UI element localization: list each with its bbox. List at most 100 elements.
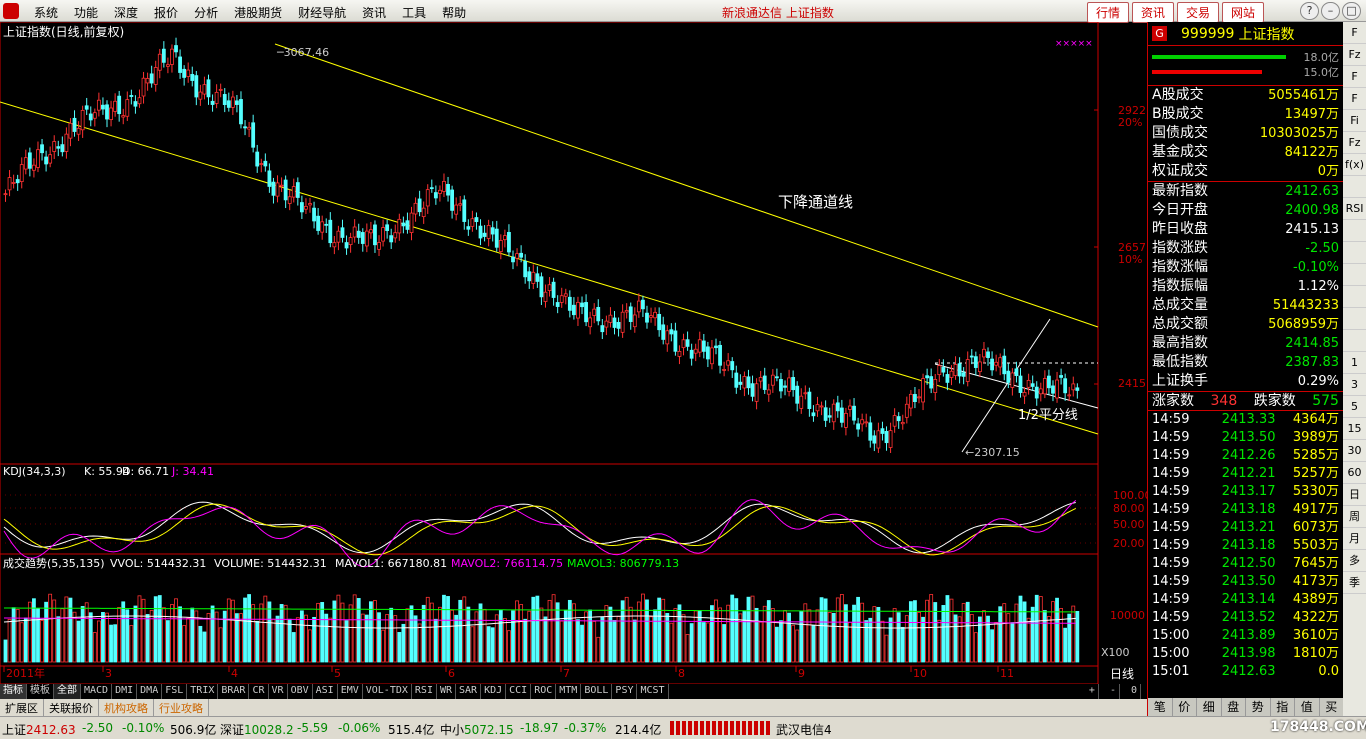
tool-button-24[interactable]: 多 [1343,550,1366,572]
volume-bar [109,624,113,663]
panel-tab-1[interactable]: 价 [1173,698,1197,716]
tool-button-20[interactable]: 60 [1343,462,1366,484]
tool-button-17[interactable]: 5 [1343,396,1366,418]
indicator-tab-roc[interactable]: ROC [531,684,557,699]
maximize-icon[interactable]: □ [1342,2,1361,20]
panel-tab-4[interactable]: 势 [1246,698,1271,716]
top-button-1[interactable]: 资讯 [1132,2,1175,23]
help-icon[interactable]: ? [1300,2,1319,20]
tool-button-6[interactable]: f(x) [1343,154,1366,176]
top-button-2[interactable]: 交易 [1177,2,1220,23]
tool-button-0[interactable]: F [1343,22,1366,44]
right-toolbar: F Fz F F Fi Fz f(x) RSI 1 3 5 15 30 60 日周月多季 [1343,22,1366,716]
menu-item-3[interactable]: 报价 [146,4,186,21]
indicator-tab-模板[interactable]: 模板 [27,684,54,699]
indicator-tab-asi[interactable]: ASI [313,684,338,699]
tool-button-14[interactable] [1343,330,1366,352]
indicator-tab-mtm[interactable]: MTM [556,684,582,699]
volume-bar [543,616,548,663]
kline-chart[interactable]: 上证指数(日线,前复权)×××××292220%265710%2415下降通道线… [0,22,1147,684]
indicator-tab-cr[interactable]: CR [249,684,269,699]
tool-button-15[interactable]: 1 [1343,352,1366,374]
indicator-tab-mcst[interactable]: MCST [637,684,669,699]
volume-bar [831,612,836,663]
indicator-tab-rsi[interactable]: RSI [412,684,437,699]
tool-button-19[interactable]: 30 [1343,440,1366,462]
indicator-tab-cci[interactable]: CCI [506,684,532,699]
tool-button-11[interactable] [1343,264,1366,286]
tool-button-23[interactable]: 月 [1343,528,1366,550]
tool-button-16[interactable]: 3 [1343,374,1366,396]
indicator-tab-brar[interactable]: BRAR [218,684,250,699]
ext-tab-1[interactable]: 关联报价 [44,699,99,716]
ext-tab-2[interactable]: 机构攻略 [99,699,154,716]
tool-button-18[interactable]: 15 [1343,418,1366,440]
menu-item-1[interactable]: 功能 [66,4,106,21]
zoom-button-1[interactable]: - [1107,684,1120,699]
indicator-tab-全部[interactable]: 全部 [54,684,81,699]
indicator-tab-emv[interactable]: EMV [338,684,363,699]
candle-body [425,189,430,207]
indicator-tab-psy[interactable]: PSY [612,684,638,699]
indicator-tab-trix[interactable]: TRIX [187,684,219,699]
tool-button-9[interactable] [1343,220,1366,242]
menu-item-0[interactable]: 系统 [26,4,66,21]
panel-tab-3[interactable]: 盘 [1222,698,1246,716]
tool-button-13[interactable] [1343,308,1366,330]
tool-button-4[interactable]: Fi [1343,110,1366,132]
menu-item-9[interactable]: 帮助 [434,4,474,21]
zoom-button-2[interactable]: 0 [1128,684,1141,699]
zoom-button-0[interactable]: + [1086,684,1099,699]
panel-tab-7[interactable]: 买 [1320,698,1344,716]
tool-button-1[interactable]: Fz [1343,44,1366,66]
panel-tab-0[interactable]: 笔 [1148,698,1173,716]
volume-bar [92,632,97,663]
candle-body [32,164,36,171]
candle-body [507,231,511,253]
ext-tab-3[interactable]: 行业攻略 [154,699,209,716]
tool-button-25[interactable]: 季 [1343,572,1366,594]
tool-button-8[interactable]: RSI [1343,198,1366,220]
indicator-tab-指标[interactable]: 指标 [0,684,27,699]
tool-button-7[interactable] [1343,176,1366,198]
menu-item-7[interactable]: 资讯 [354,4,394,21]
menu-item-4[interactable]: 分析 [186,4,226,21]
tool-button-2[interactable]: F [1343,66,1366,88]
menu-item-5[interactable]: 港股期货 [226,4,290,21]
indicator-tab-vol-tdx[interactable]: VOL-TDX [363,684,412,699]
indicator-tab-dma[interactable]: DMA [137,684,163,699]
volume-bar [320,602,325,663]
indicator-tab-boll[interactable]: BOLL [581,684,613,699]
top-button-3[interactable]: 网站 [1222,2,1265,23]
candle-body [283,179,288,201]
volume-bar [44,601,48,663]
tool-button-21[interactable]: 日 [1343,484,1366,506]
zx-index[interactable]: 中小5072.15 [440,721,514,738]
tool-button-10[interactable] [1343,242,1366,264]
menu-item-8[interactable]: 工具 [394,4,434,21]
indicator-tab-macd[interactable]: MACD [81,684,113,699]
tool-button-3[interactable]: F [1343,88,1366,110]
volume-bar [799,611,804,663]
indicator-tab-sar[interactable]: SAR [456,684,482,699]
panel-tab-2[interactable]: 细 [1197,698,1222,716]
kdj-k-line [3,501,1076,554]
indicator-tab-kdj[interactable]: KDJ [481,684,507,699]
sh-index[interactable]: 上证2412.63 [2,721,76,738]
tool-button-5[interactable]: Fz [1343,132,1366,154]
menu-item-6[interactable]: 财经导航 [290,4,354,21]
sz-index[interactable]: 深证10028.2 [220,721,294,738]
indicator-tab-fsl[interactable]: FSL [162,684,188,699]
minimize-icon[interactable]: – [1321,2,1340,20]
menu-item-2[interactable]: 深度 [106,4,146,21]
indicator-tab-dmi[interactable]: DMI [112,684,138,699]
tool-button-12[interactable] [1343,286,1366,308]
ext-tab-0[interactable]: 扩展区 [0,699,44,716]
top-button-0[interactable]: 行情 [1087,2,1130,23]
indicator-tab-obv[interactable]: OBV [288,684,313,699]
indicator-tab-vr[interactable]: VR [269,684,288,699]
indicator-tab-wr[interactable]: WR [437,684,457,699]
tool-button-22[interactable]: 周 [1343,506,1366,528]
panel-tab-5[interactable]: 指 [1271,698,1295,716]
panel-tab-6[interactable]: 值 [1295,698,1320,716]
